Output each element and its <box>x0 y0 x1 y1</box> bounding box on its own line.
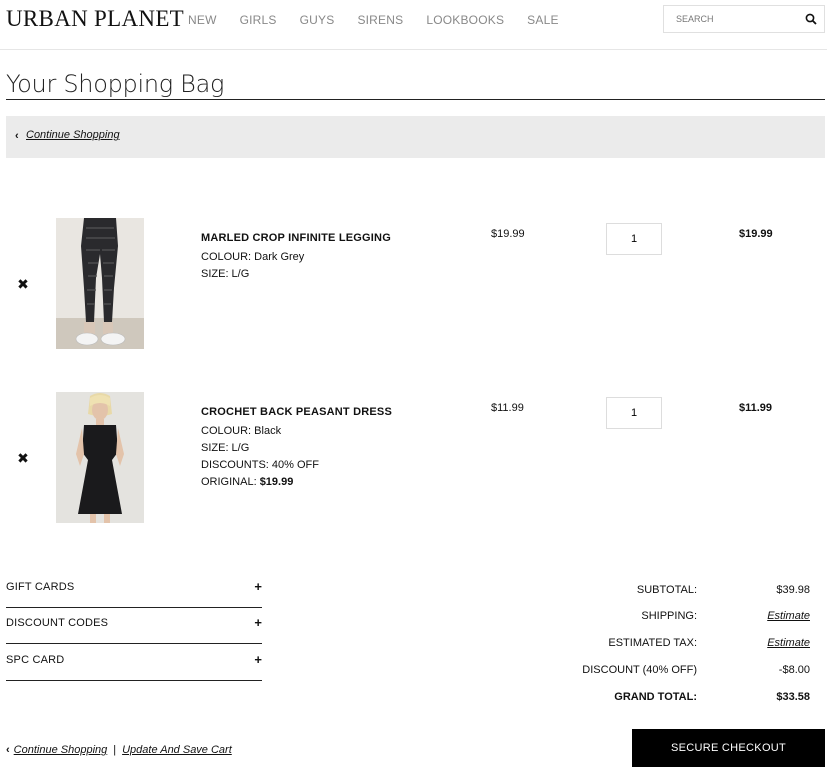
item-discounts: DISCOUNTS: 40% OFF <box>201 459 319 471</box>
discount-codes-accordion[interactable]: DISCOUNT CODES + <box>6 607 262 644</box>
item-line-total: $11.99 <box>739 402 773 414</box>
search-icon[interactable] <box>805 13 817 25</box>
subtotal-value: $39.98 <box>776 584 810 596</box>
nav-item-sale[interactable]: SALE <box>527 13 559 27</box>
item-colour: COLOUR: Dark Grey <box>201 251 305 263</box>
chevron-left-icon: ‹ <box>15 130 19 142</box>
nav-item-new[interactable]: NEW <box>188 13 217 27</box>
dress-product-photo[interactable] <box>56 392 144 523</box>
item-line-total: $19.99 <box>739 228 773 240</box>
legging-product-photo[interactable] <box>56 218 144 349</box>
plus-icon[interactable]: + <box>254 579 262 594</box>
search-box <box>663 5 825 33</box>
shipping-estimate-link[interactable]: Estimate <box>767 610 810 622</box>
discount-value: -$8.00 <box>778 664 810 676</box>
page-title: Your Shopping Bag <box>6 70 225 98</box>
grand-total-row: GRAND TOTAL: $33.58 <box>560 691 810 707</box>
quantity-input[interactable] <box>606 223 662 255</box>
footer-links: ‹ Continue Shopping | Update And Save Cart <box>6 744 232 756</box>
continue-shopping-bar: ‹ Continue Shopping <box>6 116 825 158</box>
main-nav: NEW GIRLS GUYS SIRENS LOOKBOOKS SALE <box>188 13 582 27</box>
item-original-price: ORIGINAL: $19.99 <box>201 474 392 491</box>
accordion-label: DISCOUNT CODES <box>6 617 109 629</box>
tax-estimate-link[interactable]: Estimate <box>767 637 810 649</box>
plus-icon[interactable]: + <box>254 615 262 630</box>
remove-item-icon[interactable]: ✖ <box>16 451 30 465</box>
nav-item-sirens[interactable]: SIRENS <box>357 13 403 27</box>
cart-item: ✖ MARLED CROP INFINITE LEGGING COLOUR: D… <box>0 218 827 349</box>
spc-card-accordion[interactable]: SPC CARD + <box>6 644 262 681</box>
item-price: $11.99 <box>491 402 524 414</box>
continue-shopping-link[interactable]: Continue Shopping <box>14 744 108 756</box>
subtotal-row: SUBTOTAL: $39.98 <box>560 584 810 600</box>
item-name[interactable]: MARLED CROP INFINITE LEGGING <box>201 230 391 247</box>
nav-item-lookbooks[interactable]: LOOKBOOKS <box>426 13 504 27</box>
search-input[interactable] <box>664 6 804 32</box>
discount-label: DISCOUNT (40% OFF) <box>582 664 697 676</box>
tax-row: ESTIMATED TAX: Estimate <box>560 637 810 653</box>
secure-checkout-button[interactable]: SECURE CHECKOUT <box>632 729 825 767</box>
original-price-value: $19.99 <box>259 476 294 488</box>
discount-row: DISCOUNT (40% OFF) -$8.00 <box>560 664 810 680</box>
original-price-label: ORIGINAL: <box>201 476 257 488</box>
cart-item: ✖ CROCHET BACK PEASANT DRESS COLOUR: Bla… <box>0 392 827 523</box>
chevron-left-icon: ‹ <box>6 744 10 756</box>
nav-item-guys[interactable]: GUYS <box>300 13 335 27</box>
tax-label: ESTIMATED TAX: <box>608 637 697 649</box>
link-separator: | <box>113 744 117 756</box>
update-cart-link[interactable]: Update And Save Cart <box>122 744 232 756</box>
item-price: $19.99 <box>491 228 525 240</box>
item-name[interactable]: CROCHET BACK PEASANT DRESS <box>201 404 392 421</box>
site-header: URBAN PLANET NEW GIRLS GUYS SIRENS LOOKB… <box>0 0 827 50</box>
grand-total-label: GRAND TOTAL: <box>614 691 697 703</box>
shipping-row: SHIPPING: Estimate <box>560 610 810 626</box>
item-info: CROCHET BACK PEASANT DRESS COLOUR: Black… <box>201 404 392 491</box>
item-size: SIZE: L/G <box>201 442 250 454</box>
remove-item-icon[interactable]: ✖ <box>16 277 30 291</box>
quantity-input[interactable] <box>606 397 662 429</box>
site-logo[interactable]: URBAN PLANET <box>6 6 184 32</box>
continue-shopping-link[interactable]: Continue Shopping <box>26 129 120 141</box>
item-colour: COLOUR: Black <box>201 425 282 437</box>
item-info: MARLED CROP INFINITE LEGGING COLOUR: Dar… <box>201 230 391 283</box>
gift-cards-accordion[interactable]: GIFT CARDS + <box>6 571 262 608</box>
grand-total-value: $33.58 <box>776 691 810 703</box>
plus-icon[interactable]: + <box>254 652 262 667</box>
accordion-label: SPC CARD <box>6 654 65 666</box>
item-size: SIZE: L/G <box>201 268 250 280</box>
title-divider <box>6 99 825 100</box>
nav-item-girls[interactable]: GIRLS <box>240 13 277 27</box>
subtotal-label: SUBTOTAL: <box>636 584 697 596</box>
accordion-label: GIFT CARDS <box>6 581 75 593</box>
shipping-label: SHIPPING: <box>641 610 697 622</box>
